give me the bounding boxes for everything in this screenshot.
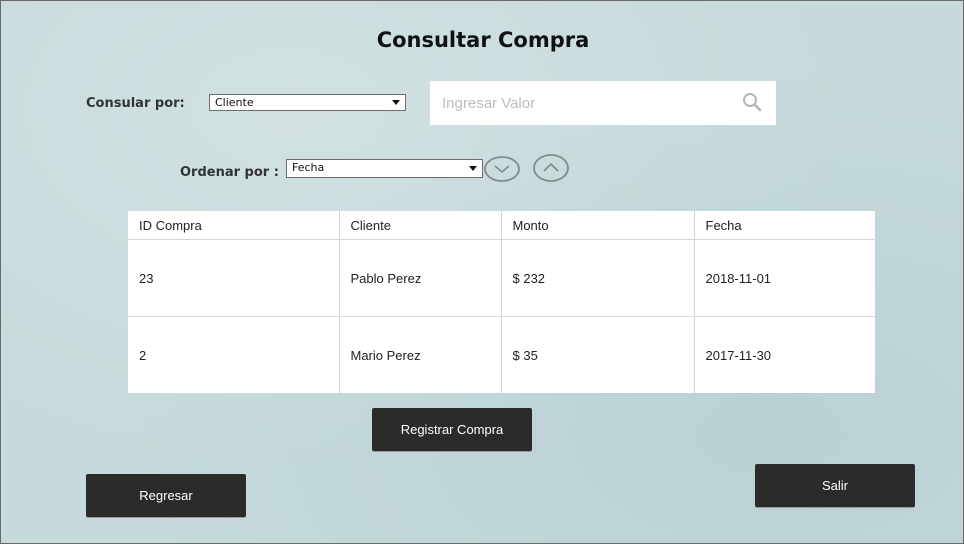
- cell-amount: $ 232: [501, 239, 695, 317]
- search-input[interactable]: Ingresar Valor: [442, 95, 535, 112]
- cell-id: 23: [128, 239, 340, 317]
- cell-client: Pablo Perez: [339, 239, 502, 317]
- cell-client: Mario Perez: [339, 316, 502, 393]
- cell-amount: $ 35: [501, 316, 695, 393]
- cell-date: 2018-11-01: [694, 239, 875, 317]
- chevron-up-icon: [533, 154, 569, 182]
- page-title: Consultar Compra: [376, 28, 590, 52]
- query-by-select[interactable]: Cliente: [209, 94, 406, 111]
- register-purchase-button[interactable]: Registrar Compra: [372, 408, 532, 451]
- query-by-selected-value: Cliente: [215, 96, 254, 109]
- order-by-selected-value: Fecha: [292, 161, 325, 174]
- table-header-row: ID Compra Cliente Monto Fecha: [128, 211, 875, 240]
- column-header-date: Fecha: [694, 211, 875, 240]
- sort-ascending-button[interactable]: [533, 154, 569, 182]
- back-button[interactable]: Regresar: [86, 474, 246, 517]
- dropdown-caret-icon: [392, 100, 400, 105]
- column-header-id: ID Compra: [128, 211, 340, 240]
- query-by-label: Consular por:: [86, 96, 185, 111]
- search-icon[interactable]: [742, 92, 762, 117]
- app-window: Consultar Compra Consular por: Cliente I…: [0, 0, 964, 544]
- search-box[interactable]: Ingresar Valor: [430, 81, 776, 125]
- column-header-amount: Monto: [501, 211, 695, 240]
- table-row[interactable]: 2 Mario Perez $ 35 2017-11-30: [128, 316, 875, 393]
- cell-id: 2: [128, 316, 340, 393]
- dropdown-caret-icon: [469, 166, 477, 171]
- column-header-client: Cliente: [339, 211, 502, 240]
- exit-button[interactable]: Salir: [755, 464, 915, 507]
- cell-date: 2017-11-30: [705, 347, 772, 363]
- purchases-table: ID Compra Cliente Monto Fecha 23 Pablo P…: [128, 211, 875, 393]
- table-row[interactable]: 23 Pablo Perez $ 232 2018-11-01: [128, 239, 875, 317]
- order-by-select[interactable]: Fecha: [286, 159, 483, 178]
- chevron-down-icon: [484, 156, 520, 182]
- order-by-label: Ordenar por :: [180, 165, 279, 180]
- sort-descending-button[interactable]: [484, 156, 520, 182]
